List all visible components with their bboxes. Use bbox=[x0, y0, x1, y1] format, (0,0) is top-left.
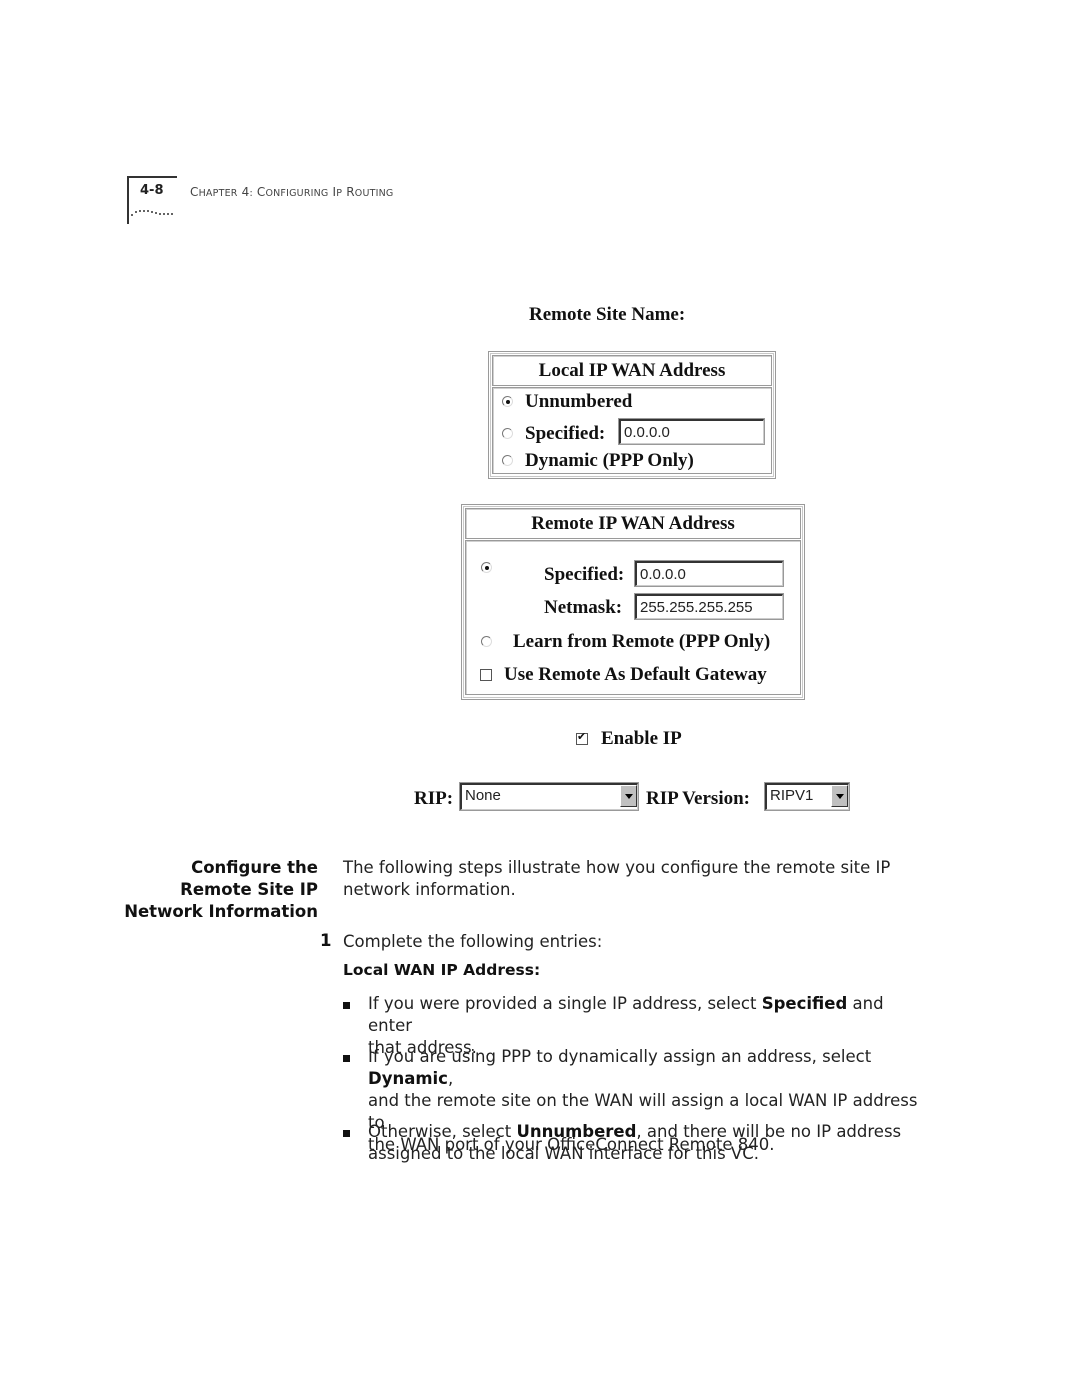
step-text: Complete the following entries: bbox=[343, 932, 603, 951]
dynamic-radio[interactable] bbox=[502, 455, 513, 466]
local-specified-label: Specified: bbox=[525, 423, 606, 444]
remote-ip-wan-options: Specified: 0.0.0.0 Netmask: 255.255.255.… bbox=[465, 540, 801, 695]
step-number: 1 bbox=[320, 931, 332, 950]
remote-site-name-label: Remote Site Name: bbox=[529, 304, 686, 325]
remote-specified-radio[interactable] bbox=[481, 562, 492, 573]
remote-ip-wan-address-group: Remote IP WAN Address Specified: 0.0.0.0… bbox=[461, 504, 805, 700]
dotted-curve-decoration bbox=[131, 210, 173, 216]
bullet-item: Otherwise, select Unnumbered, and there … bbox=[343, 1121, 923, 1165]
chevron-down-icon[interactable] bbox=[831, 785, 848, 807]
rip-version-label: RIP Version: bbox=[646, 788, 750, 809]
default-gateway-checkbox[interactable] bbox=[480, 669, 492, 681]
local-wan-ip-subheading: Local WAN IP Address: bbox=[343, 961, 541, 979]
remote-specified-ip-input[interactable]: 0.0.0.0 bbox=[635, 561, 783, 586]
rip-select-value: None bbox=[465, 787, 501, 804]
unnumbered-radio[interactable] bbox=[502, 396, 513, 407]
chapter-title: CHAPTER 4: CONFIGURING IP ROUTING bbox=[190, 185, 394, 199]
netmask-label: Netmask: bbox=[544, 597, 623, 618]
learn-from-remote-radio[interactable] bbox=[481, 636, 492, 647]
section-heading: Configure the Remote Site IP Network Inf… bbox=[124, 858, 318, 921]
rip-label: RIP: bbox=[414, 788, 454, 809]
chevron-down-icon[interactable] bbox=[620, 785, 637, 807]
intro-paragraph: The following steps illustrate how you c… bbox=[343, 858, 891, 899]
local-specified-radio[interactable] bbox=[502, 428, 513, 439]
remote-specified-label: Specified: bbox=[544, 564, 625, 585]
remote-ip-wan-address-title: Remote IP WAN Address bbox=[465, 508, 801, 539]
bullet-square-icon bbox=[343, 1055, 350, 1062]
enable-ip-checkbox[interactable] bbox=[576, 730, 588, 745]
local-ip-wan-address-group: Local IP WAN Address Unnumbered Specifie… bbox=[488, 351, 776, 479]
enable-ip-label: Enable IP bbox=[601, 728, 682, 749]
bullet-square-icon bbox=[343, 1130, 350, 1137]
default-gateway-label: Use Remote As Default Gateway bbox=[504, 664, 767, 685]
page-number: 4-8 bbox=[140, 183, 164, 198]
rip-select[interactable]: None bbox=[460, 783, 638, 810]
unnumbered-label: Unnumbered bbox=[525, 391, 633, 412]
local-specified-ip-input[interactable]: 0.0.0.0 bbox=[619, 419, 764, 444]
rip-version-select-value: RIPV1 bbox=[770, 787, 814, 804]
learn-from-remote-label: Learn from Remote (PPP Only) bbox=[513, 631, 771, 652]
bullet-square-icon bbox=[343, 1002, 350, 1009]
rip-version-select[interactable]: RIPV1 bbox=[765, 783, 849, 810]
local-ip-wan-options: Unnumbered Specified: 0.0.0.0 Dynamic (P… bbox=[492, 387, 772, 474]
netmask-input[interactable]: 255.255.255.255 bbox=[635, 594, 783, 619]
local-ip-wan-address-title: Local IP WAN Address bbox=[492, 355, 772, 386]
dynamic-label: Dynamic (PPP Only) bbox=[525, 450, 694, 471]
